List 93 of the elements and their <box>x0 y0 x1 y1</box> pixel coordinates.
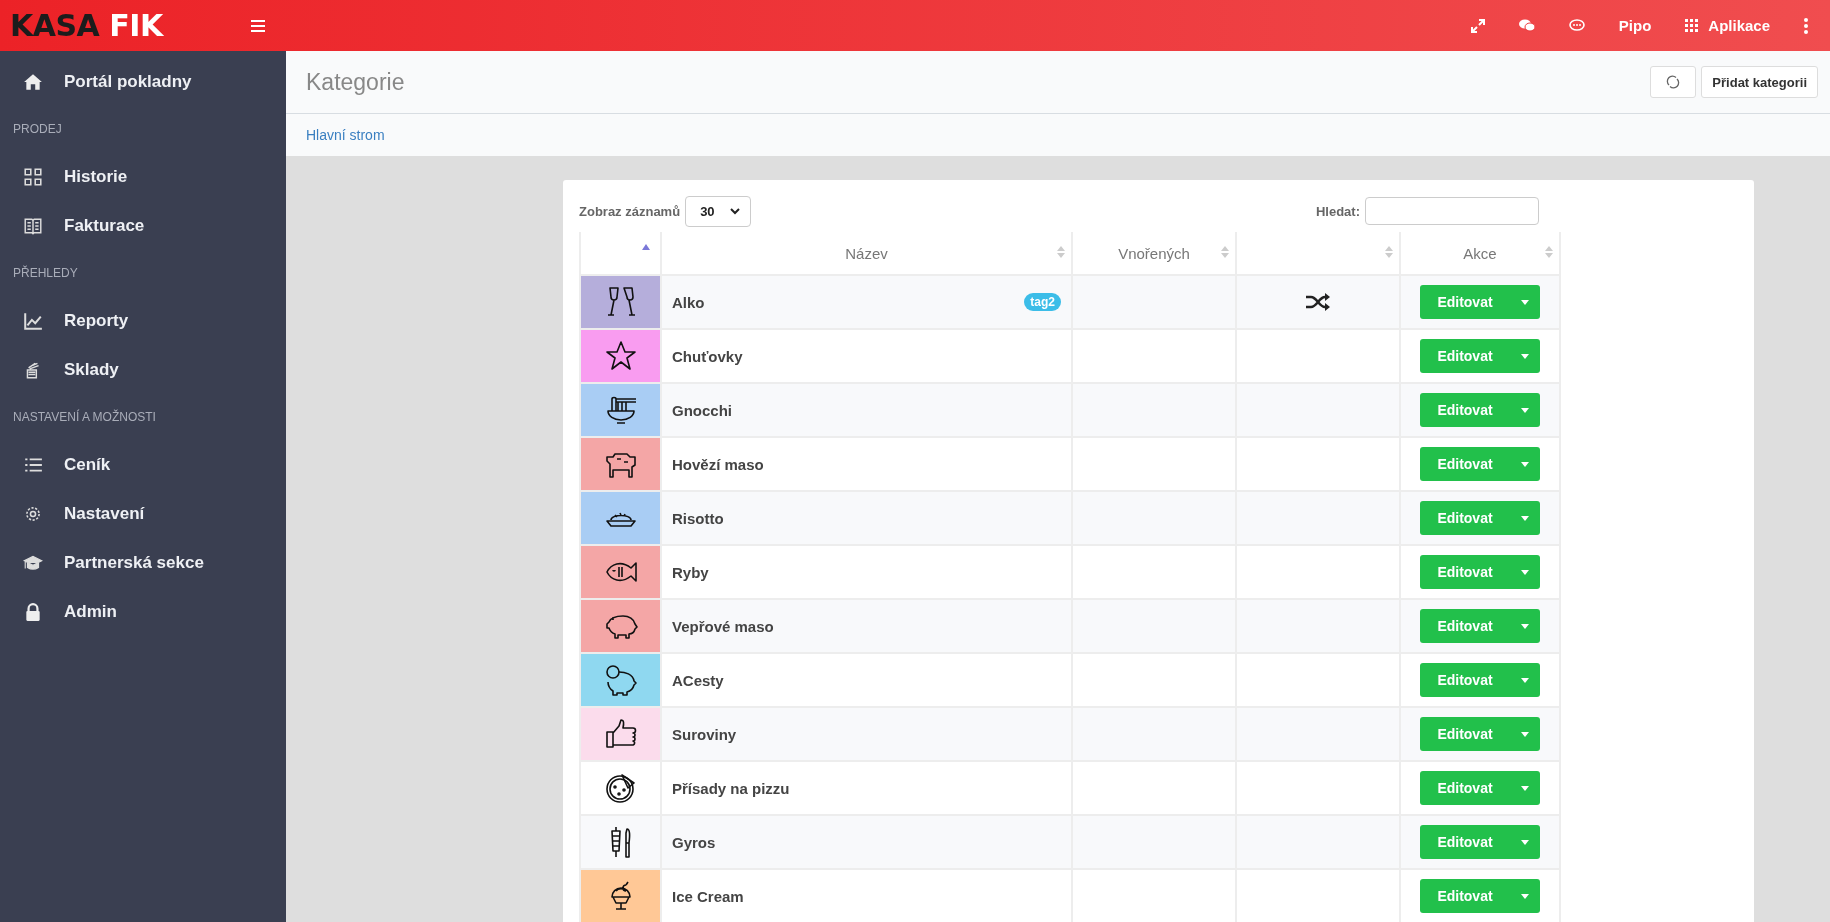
comment-icon[interactable] <box>1568 18 1585 33</box>
edit-button[interactable]: Editovat <box>1420 501 1510 535</box>
caret-icon <box>1520 893 1529 899</box>
sidebar-item[interactable]: Admin <box>0 587 286 636</box>
edit-button[interactable]: Editovat <box>1420 555 1510 589</box>
edit-button[interactable]: Editovat <box>1420 663 1510 697</box>
sidebar-item[interactable]: Reporty <box>0 296 286 345</box>
chevron-down-icon <box>730 207 741 215</box>
caret-icon <box>1520 299 1529 305</box>
caret-icon <box>1520 353 1529 359</box>
page-title: Kategorie <box>306 68 405 96</box>
caret-icon <box>1520 839 1529 845</box>
caret-icon <box>1520 569 1529 575</box>
category-name: Alko <box>672 293 705 311</box>
search-field[interactable] <box>1365 197 1539 225</box>
category-name: Přísady na pizzu <box>672 779 790 797</box>
sidebar-item[interactable]: Partnerská sekce <box>0 538 286 587</box>
sort-ascending-icon <box>642 244 650 250</box>
refresh-button[interactable] <box>1650 66 1697 98</box>
sidebar-item[interactable]: Fakturace <box>0 201 286 250</box>
length-label: Zobraz záznamů <box>579 203 681 219</box>
page-length-select[interactable]: 30 <box>685 195 752 227</box>
add-category-button[interactable]: Přidat kategorii <box>1701 66 1818 98</box>
more-icon[interactable] <box>1804 17 1808 34</box>
dropdown-toggle[interactable] <box>1509 555 1540 589</box>
dropdown-toggle[interactable] <box>1509 609 1540 643</box>
caret-icon <box>1520 677 1529 683</box>
lock-icon <box>23 601 43 622</box>
expand-icon[interactable] <box>1470 18 1485 33</box>
sidebar-item[interactable]: Nastavení <box>0 489 286 538</box>
edit-button[interactable]: Editovat <box>1420 447 1510 481</box>
caret-icon <box>1520 461 1529 467</box>
dropdown-toggle[interactable] <box>1509 285 1540 319</box>
sort-icon <box>1545 246 1553 258</box>
caret-icon <box>1520 515 1529 521</box>
category-name: Risotto <box>672 509 724 527</box>
sidebar-item[interactable]: Portál pokladny <box>0 57 286 106</box>
section-heading: PŘEHLEDY <box>12 264 79 282</box>
edit-button[interactable]: Editovat <box>1420 879 1510 913</box>
dropdown-toggle[interactable] <box>1509 393 1540 427</box>
category-name: Gyros <box>672 833 716 851</box>
category-name: Gnocchi <box>672 401 732 419</box>
shuffle-icon <box>1305 292 1331 312</box>
sort-icon <box>1385 246 1393 258</box>
apps-link[interactable]: Aplikace <box>1685 17 1770 34</box>
chat-bubbles-icon[interactable] <box>1518 19 1535 32</box>
grid-icon <box>23 166 43 187</box>
edit-button[interactable]: Editovat <box>1420 285 1510 319</box>
edit-button[interactable]: Editovat <box>1420 609 1510 643</box>
category-name: Vepřové maso <box>672 617 774 635</box>
dropdown-toggle[interactable] <box>1509 771 1540 805</box>
category-name: Chuťovky <box>672 347 743 365</box>
dropdown-toggle[interactable] <box>1509 825 1540 859</box>
menu-icon[interactable] <box>251 19 265 32</box>
caret-icon <box>1520 785 1529 791</box>
dropdown-toggle[interactable] <box>1509 717 1540 751</box>
edit-button[interactable]: Editovat <box>1420 339 1510 373</box>
sidebar-item[interactable]: Sklady <box>0 345 286 394</box>
star-icon <box>603 339 638 373</box>
dropdown-toggle[interactable] <box>1509 447 1540 481</box>
caret-icon <box>1520 407 1529 413</box>
caret-icon <box>1520 731 1529 737</box>
category-name: Hovězí maso <box>672 455 764 473</box>
dropdown-toggle[interactable] <box>1509 663 1540 697</box>
edit-button[interactable]: Editovat <box>1420 393 1510 427</box>
grid-icon <box>1685 19 1699 32</box>
edit-button[interactable]: Editovat <box>1420 825 1510 859</box>
category-name: Ice Cream <box>672 887 744 905</box>
logo: KASA FIK <box>10 8 165 43</box>
category-name: Suroviny <box>672 725 737 743</box>
section-heading: PRODEJ <box>12 121 63 138</box>
sidebar-item[interactable]: Ceník <box>0 440 286 489</box>
category-name: Ryby <box>672 563 709 581</box>
breadcrumb-link[interactable]: Hlavní strom <box>306 127 385 143</box>
sidebar-item[interactable]: Historie <box>0 152 286 201</box>
search-label: Hledat: <box>1315 203 1360 219</box>
edit-button[interactable]: Editovat <box>1420 771 1510 805</box>
caret-icon <box>1520 623 1529 629</box>
piggybank-icon <box>603 663 638 697</box>
sort-icon <box>1057 246 1065 258</box>
refresh-icon <box>1666 75 1681 89</box>
chart-icon <box>23 310 43 331</box>
thumb-icon <box>603 717 638 751</box>
section-heading: NASTAVENÍ A MOŽNOSTI <box>12 408 157 426</box>
tag-label: tag2 <box>1024 293 1061 311</box>
user-link[interactable]: Pipo <box>1618 17 1652 34</box>
dropdown-toggle[interactable] <box>1509 879 1540 913</box>
dropdown-toggle[interactable] <box>1509 339 1540 373</box>
pizza-icon <box>603 771 638 805</box>
sort-icon <box>1221 246 1229 258</box>
dropdown-toggle[interactable] <box>1509 501 1540 535</box>
category-name: ACesty <box>672 671 724 689</box>
edit-button[interactable]: Editovat <box>1420 717 1510 751</box>
